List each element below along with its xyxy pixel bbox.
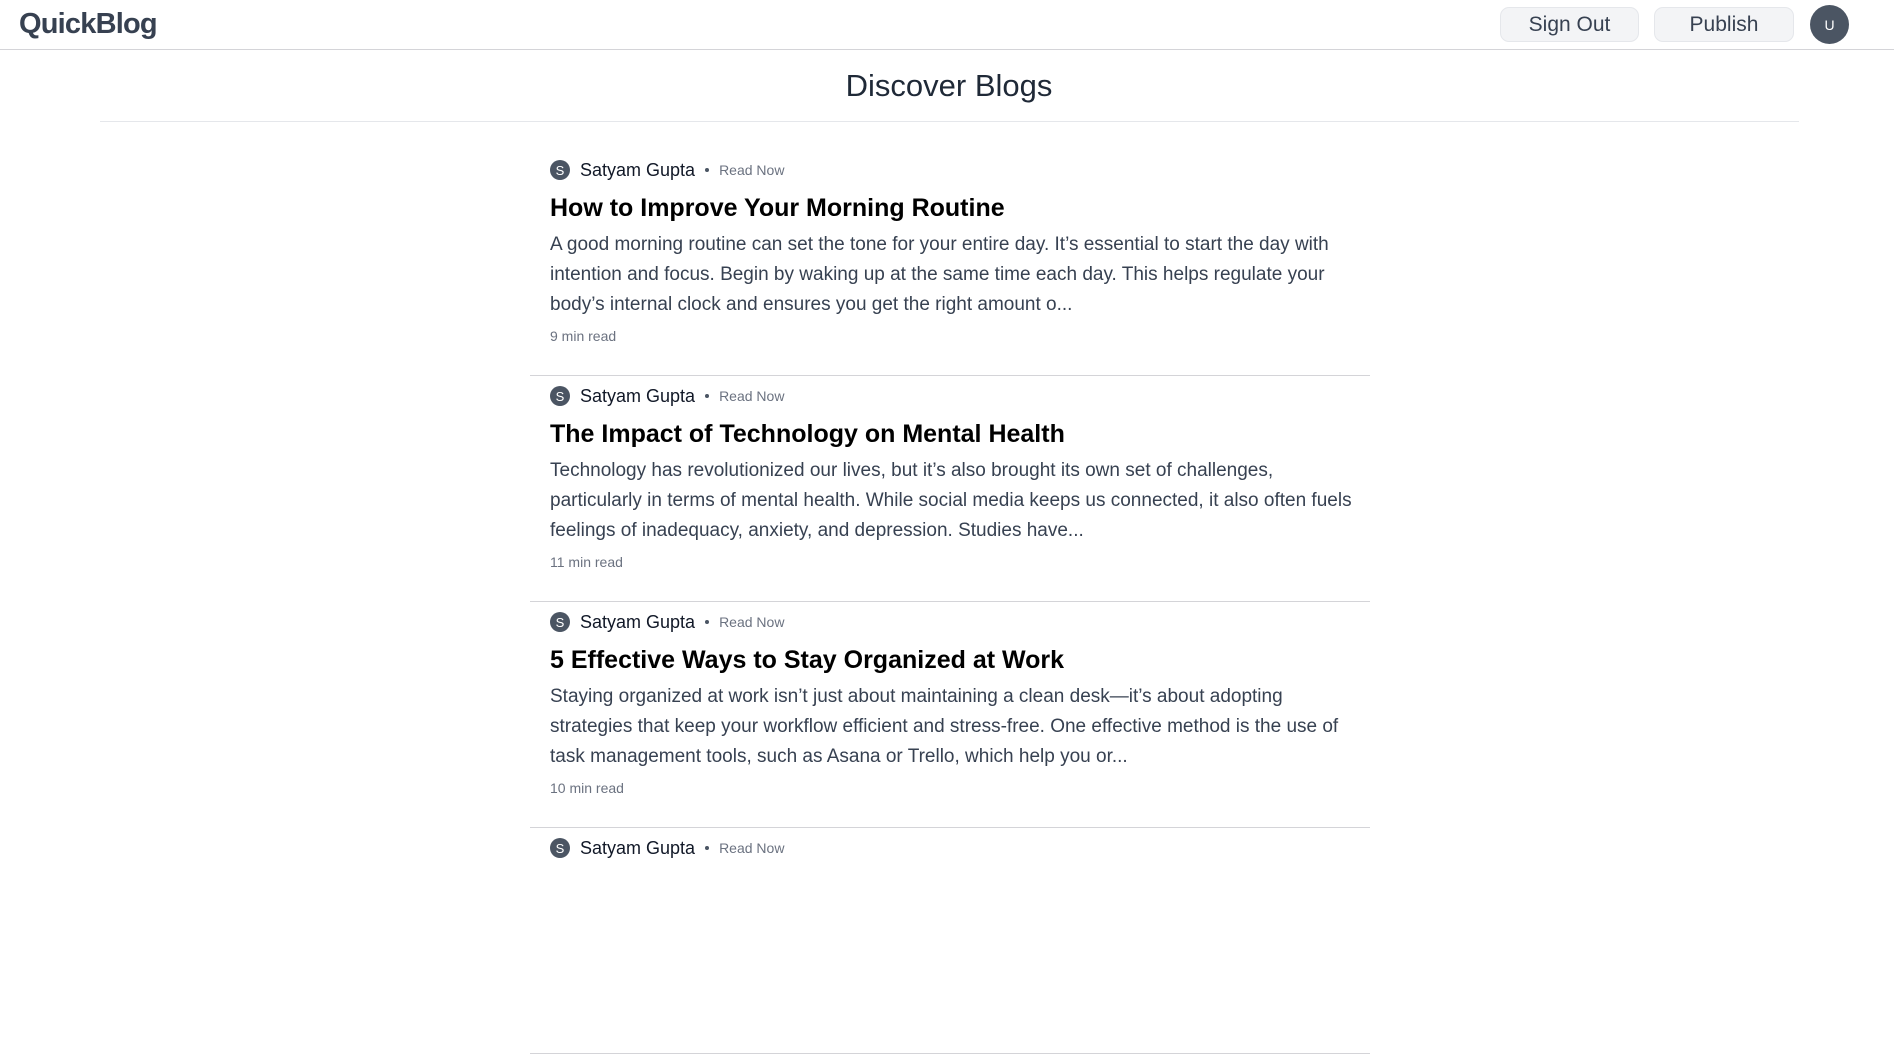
- read-now-link[interactable]: Read Now: [719, 162, 784, 178]
- sign-out-button[interactable]: Sign Out: [1500, 7, 1639, 42]
- post-title[interactable]: 5 Effective Ways to Stay Organized at Wo…: [550, 646, 1064, 675]
- title-divider: [100, 121, 1799, 122]
- blog-card[interactable]: S Satyam Gupta Read Now The Impact of Te…: [530, 376, 1370, 602]
- read-time: 11 min read: [550, 554, 623, 570]
- post-meta: S Satyam Gupta Read Now: [550, 838, 784, 858]
- separator-dot: [705, 394, 710, 398]
- user-avatar[interactable]: U: [1810, 5, 1849, 44]
- post-meta: S Satyam Gupta Read Now: [550, 160, 784, 180]
- post-title[interactable]: The Impact of Technology on Mental Healt…: [550, 420, 1065, 449]
- post-meta: S Satyam Gupta Read Now: [550, 386, 784, 406]
- post-excerpt: A good morning routine can set the tone …: [550, 234, 1329, 315]
- separator-dot: [705, 168, 710, 172]
- separator-dot: [705, 620, 710, 624]
- author-name: Satyam Gupta: [580, 385, 696, 406]
- separator-dot: [705, 846, 710, 850]
- author-avatar: S: [550, 386, 570, 406]
- read-now-link[interactable]: Read Now: [719, 614, 784, 630]
- publish-button[interactable]: Publish: [1654, 7, 1794, 42]
- post-title[interactable]: How to Improve Your Morning Routine: [550, 194, 1005, 223]
- author-avatar: S: [550, 838, 570, 858]
- quickblog-logo[interactable]: QuickBlog: [19, 8, 158, 41]
- author-avatar: S: [550, 612, 570, 632]
- post-meta: S Satyam Gupta Read Now: [550, 612, 784, 632]
- page-title: Discover Blogs: [845, 68, 1053, 103]
- post-excerpt: Technology has revolutionized our lives,…: [550, 460, 1352, 541]
- top-navbar: QuickBlog Sign Out Publish U: [0, 0, 1894, 50]
- post-excerpt: Staying organized at work isn’t just abo…: [550, 686, 1339, 767]
- blog-feed: S Satyam Gupta Read Now How to Improve Y…: [530, 150, 1370, 1054]
- author-name: Satyam Gupta: [580, 159, 696, 180]
- read-time: 9 min read: [550, 328, 617, 344]
- read-now-link[interactable]: Read Now: [719, 840, 784, 856]
- blog-card[interactable]: S Satyam Gupta Read Now How to Improve Y…: [530, 150, 1370, 376]
- blog-card[interactable]: S Satyam Gupta Read Now 5 Effective Ways…: [530, 602, 1370, 828]
- author-name: Satyam Gupta: [580, 611, 696, 632]
- author-name: Satyam Gupta: [580, 837, 696, 858]
- blog-card[interactable]: S Satyam Gupta Read Now: [530, 828, 1370, 1054]
- read-time: 10 min read: [550, 780, 624, 796]
- read-now-link[interactable]: Read Now: [719, 388, 784, 404]
- author-avatar: S: [550, 160, 570, 180]
